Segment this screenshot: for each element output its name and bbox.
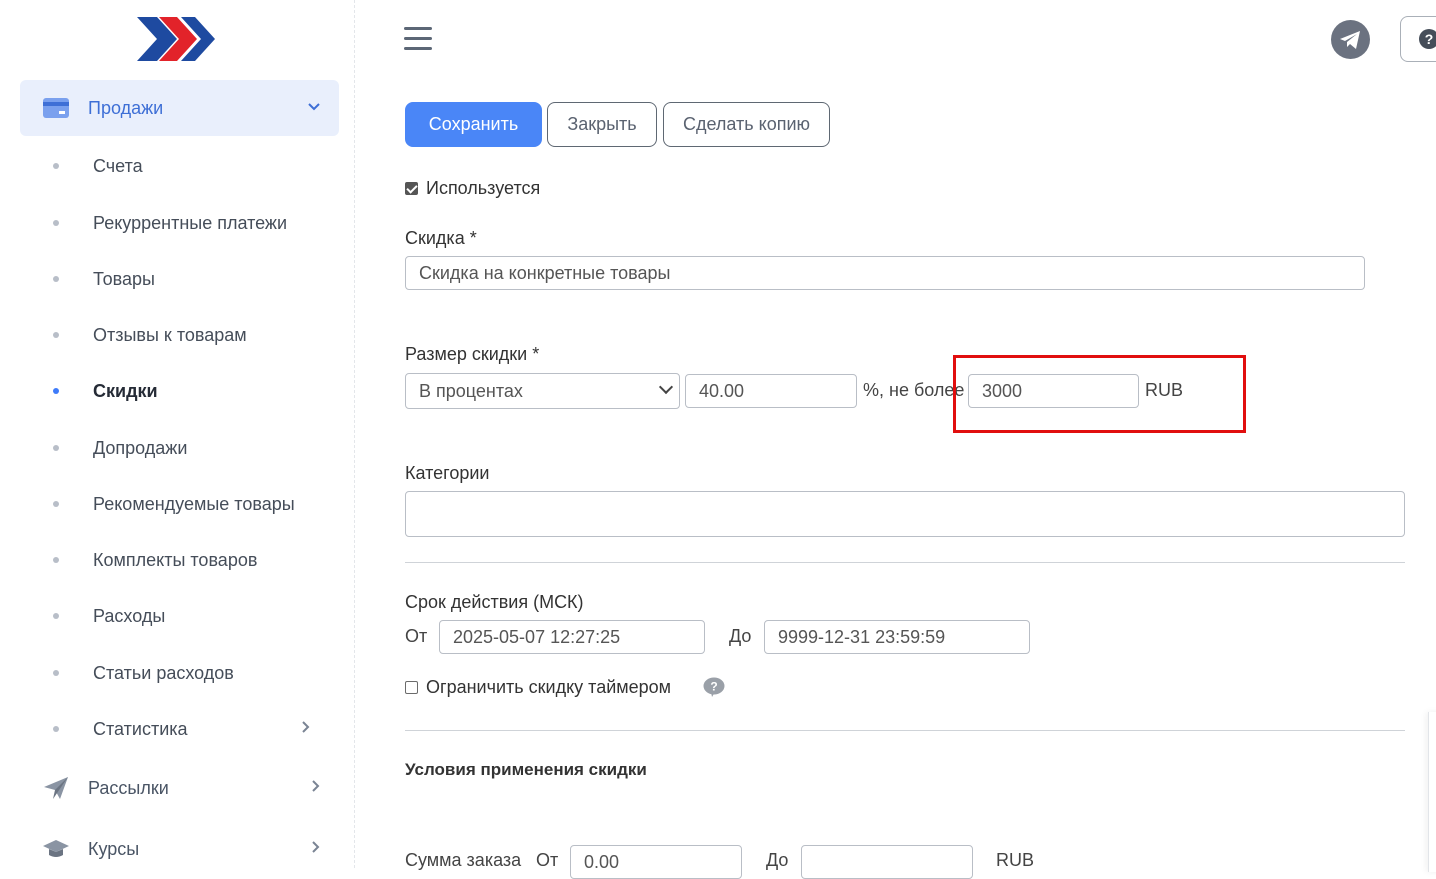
sidebar-item-expenses[interactable]: Расходы [45, 601, 325, 631]
sidebar-section-label: Курсы [88, 838, 140, 859]
active-checkbox-row[interactable]: Используется [405, 178, 540, 199]
discount-size-input[interactable]: 40.00 [685, 374, 857, 408]
order-to-input[interactable] [801, 845, 973, 879]
paper-plane-icon [44, 777, 68, 799]
sidebar-item-invoices[interactable]: Счета [45, 151, 325, 181]
chevron-right-icon [311, 779, 321, 798]
discount-type-value: В процентах [419, 380, 523, 401]
side-panel-edge [1428, 712, 1436, 872]
order-from-value: 0.00 [584, 851, 620, 872]
sidebar-item-product-bundles[interactable]: Комплекты товаров [45, 545, 325, 575]
telegram-icon[interactable] [1331, 20, 1370, 59]
bullet [53, 726, 59, 732]
sidebar-item-products[interactable]: Товары [45, 264, 325, 294]
bullet [53, 445, 59, 451]
discount-name-input[interactable]: Скидка на конкретные товары [405, 256, 1365, 290]
copy-button[interactable]: Сделать копию [663, 102, 830, 147]
sidebar-item-label: Счета [93, 155, 143, 176]
sidebar-item-label: Статистика [93, 718, 188, 739]
sidebar-item-label: Комплекты товаров [93, 549, 258, 570]
sidebar-section-label: Продажи [88, 97, 164, 118]
sidebar-item-label: Отзывы к товарам [93, 324, 247, 345]
timer-checkbox[interactable] [405, 681, 418, 694]
help-bubble-icon[interactable]: ? [703, 677, 725, 697]
sidebar-item-expense-items[interactable]: Статьи расходов [45, 658, 325, 688]
bullet [53, 388, 59, 394]
bullet [53, 670, 59, 676]
date-from-input[interactable]: 2025-05-07 12:27:25 [439, 620, 705, 654]
date-from-value: 2025-05-07 12:27:25 [453, 626, 621, 647]
sidebar-item-label: Товары [93, 268, 155, 289]
save-button[interactable]: Сохранить [405, 102, 542, 147]
timer-label: Ограничить скидку таймером [426, 677, 672, 697]
categories-label: Категории [405, 463, 490, 483]
bullet [53, 557, 59, 563]
sidebar-item-label: Рекуррентные платежи [93, 212, 288, 233]
bullet [53, 613, 59, 619]
sidebar: Продажи Счета Рекуррентные платежи Товар… [5, 0, 355, 868]
question-icon: ? [1419, 29, 1436, 49]
timer-checkbox-row[interactable]: Ограничить скидку таймером [405, 677, 671, 698]
svg-text:?: ? [710, 680, 717, 694]
divider [405, 730, 1405, 731]
help-button[interactable]: ? [1400, 16, 1436, 62]
hamburger-icon[interactable] [404, 27, 432, 53]
sidebar-section-mailings[interactable]: Рассылки [20, 760, 339, 816]
sidebar-section-courses[interactable]: Курсы [20, 821, 339, 877]
sidebar-item-label: Рекомендуемые товары [93, 493, 295, 514]
sidebar-item-recommended-products[interactable]: Рекомендуемые товары [45, 489, 325, 519]
close-button[interactable]: Закрыть [547, 102, 657, 147]
active-label: Используется [426, 178, 541, 198]
active-checkbox[interactable] [405, 182, 418, 195]
graduation-cap-icon [43, 840, 69, 857]
sidebar-item-label: Расходы [93, 605, 166, 626]
highlight-box [953, 355, 1246, 433]
sidebar-item-label: Скидки [93, 380, 158, 401]
discount-name-value: Скидка на конкретные товары [419, 262, 671, 283]
bullet [53, 332, 59, 338]
conditions-title: Условия применения скидки [405, 760, 647, 779]
logo-chevrons-icon[interactable] [137, 14, 217, 64]
card-icon [43, 98, 69, 118]
chevron-down-icon [658, 379, 674, 395]
chevron-down-icon [307, 99, 321, 117]
chevron-right-icon [301, 720, 311, 739]
period-label: Срок действия (МСК) [405, 592, 584, 612]
chevron-right-icon [311, 840, 321, 859]
date-to-input[interactable]: 9999-12-31 23:59:59 [764, 620, 1030, 654]
bullet [53, 220, 59, 226]
discount-type-select[interactable]: В процентах [405, 373, 680, 409]
order-from-input[interactable]: 0.00 [570, 845, 742, 879]
sidebar-item-upsells[interactable]: Допродажи [45, 433, 325, 463]
discount-size-value: 40.00 [699, 380, 745, 401]
date-to-value: 9999-12-31 23:59:59 [778, 626, 946, 647]
sidebar-item-statistics[interactable]: Статистика [45, 714, 325, 744]
from-label: От [405, 626, 428, 646]
discount-label: Скидка * [405, 228, 477, 248]
sidebar-item-discounts[interactable]: Скидки [45, 376, 325, 406]
divider [405, 562, 1405, 563]
sidebar-section-label: Рассылки [88, 777, 169, 798]
sidebar-item-recurring-payments[interactable]: Рекуррентные платежи [45, 208, 325, 238]
bullet [53, 163, 59, 169]
percent-max-text: %, не более [863, 380, 965, 400]
sidebar-item-label: Допродажи [93, 437, 188, 458]
categories-input[interactable] [405, 491, 1405, 537]
bullet [53, 501, 59, 507]
bullet [53, 276, 59, 282]
discount-size-label: Размер скидки * [405, 344, 540, 364]
sidebar-section-sales[interactable]: Продажи [20, 80, 339, 136]
sidebar-item-label: Статьи расходов [93, 662, 234, 683]
sidebar-item-product-reviews[interactable]: Отзывы к товарам [45, 320, 325, 350]
to-label: До [729, 626, 752, 646]
